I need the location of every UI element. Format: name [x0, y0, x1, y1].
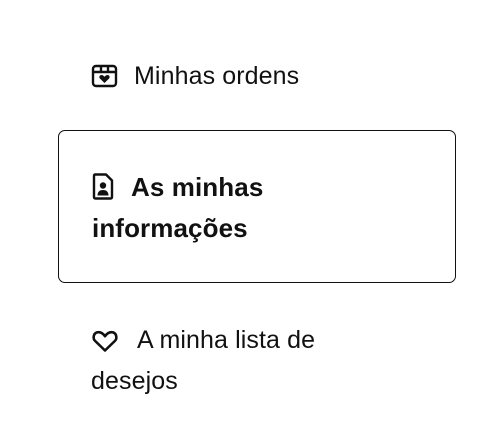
menu-item-label: A minha lista de desejos: [91, 326, 316, 395]
account-menu: Minhas ordens As minhas informações A mi…: [0, 0, 496, 435]
menu-item-label: Minhas ordens: [134, 62, 300, 90]
menu-item-my-orders[interactable]: Minhas ordens: [91, 56, 471, 96]
menu-item-label: As minhas informações: [92, 172, 264, 243]
menu-item-my-information[interactable]: As minhas informações: [58, 130, 456, 283]
menu-item-wishlist[interactable]: A minha lista de desejos: [91, 320, 471, 404]
gift-box-heart-icon: [91, 63, 118, 88]
